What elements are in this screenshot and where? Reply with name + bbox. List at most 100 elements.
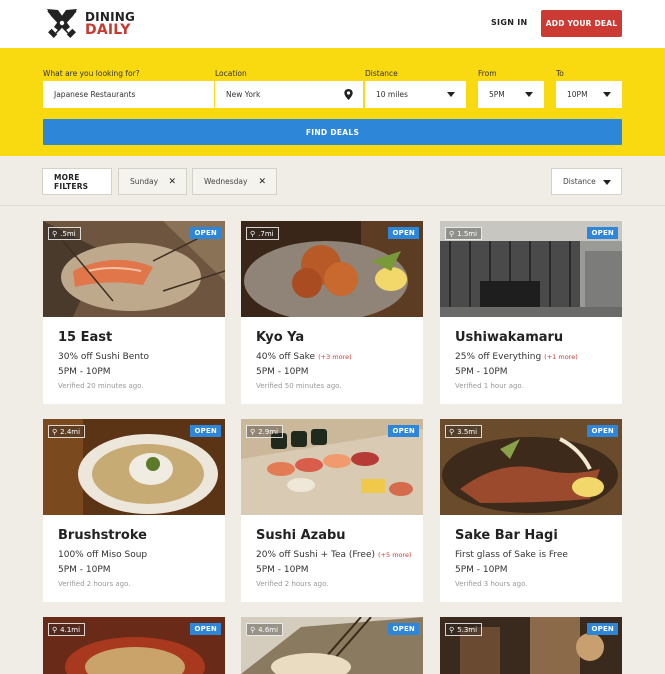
miso-soup-photo: ⚲ 2.4mi OPEN xyxy=(43,419,225,515)
to-label: To xyxy=(556,69,564,78)
distance-value: 2.9mi xyxy=(258,427,279,436)
deal-description: First glass of Sake is Free xyxy=(455,550,568,560)
distance-value: 4.6mi xyxy=(258,625,279,634)
chevron-down-icon xyxy=(603,92,611,97)
map-pin-icon: ⚲ xyxy=(250,229,256,238)
map-pin-icon: ⚲ xyxy=(449,625,455,634)
deal-hours: 5PM - 10PM xyxy=(455,367,508,377)
filter-chip-sunday[interactable]: Sunday ✕ xyxy=(118,168,187,195)
restaurant-name[interactable]: Brushstroke xyxy=(58,528,147,543)
what-input[interactable]: Japanese Restaurants xyxy=(43,81,214,108)
deal-card[interactable]: ⚲ 5.3mi OPEN xyxy=(440,617,622,674)
open-badge: OPEN xyxy=(190,425,221,437)
deal-description: 30% off Sushi Bento xyxy=(58,352,150,362)
distance-value: 1.5mi xyxy=(457,229,478,238)
deal-text: First glass of Sake is Free xyxy=(455,550,568,560)
deal-card[interactable]: ⚲ 2.4mi OPEN Brushstroke 100% off Miso So… xyxy=(43,419,225,602)
location-input[interactable]: New York xyxy=(215,81,363,108)
logo[interactable]: DINING DAILY xyxy=(43,7,135,41)
map-pin-icon: ⚲ xyxy=(52,625,58,634)
seared-fish-photo: ⚲ 3.5mi OPEN xyxy=(440,419,622,515)
noodle-bowl-photo: ⚲ 4.1mi OPEN xyxy=(43,617,225,674)
close-icon[interactable]: ✕ xyxy=(258,177,266,187)
map-pin-icon[interactable] xyxy=(344,89,353,102)
chevron-down-icon xyxy=(447,92,455,97)
distance-select-value: 10 miles xyxy=(376,90,408,99)
search-panel: What are you looking for? Location Dista… xyxy=(0,48,665,156)
map-pin-icon: ⚲ xyxy=(250,427,256,436)
more-deals-link[interactable]: (+3 more) xyxy=(318,353,352,361)
sort-select-value: Distance xyxy=(563,177,596,186)
distance-value: 4.1mi xyxy=(60,625,81,634)
distance-value: 3.5mi xyxy=(457,427,478,436)
deal-card[interactable]: ⚲ 3.5mi OPEN Sake Bar Hagi First glass of… xyxy=(440,419,622,602)
deal-text: 100% off Miso Soup xyxy=(58,550,147,560)
fried-shrimp-photo: ⚲ .7mi OPEN xyxy=(241,221,423,317)
sign-in-link[interactable]: SIGN IN xyxy=(491,18,528,27)
what-label: What are you looking for? xyxy=(43,69,140,78)
filter-bar: MORE FILTERS Sunday ✕ Wednesday ✕ Distan… xyxy=(0,156,665,206)
deal-card[interactable]: ⚲ 4.1mi OPEN xyxy=(43,617,225,674)
logo-wordmark: DINING DAILY xyxy=(85,11,135,38)
logo-line-2: DAILY xyxy=(85,22,131,38)
map-pin-icon: ⚲ xyxy=(52,427,58,436)
deal-description: 25% off Everything xyxy=(455,352,542,362)
distance-badge: ⚲ 4.6mi xyxy=(246,623,284,636)
deal-description: 40% off Sake xyxy=(256,352,316,362)
map-pin-icon: ⚲ xyxy=(52,229,58,238)
to-select[interactable]: 10PM xyxy=(556,81,622,108)
noodles-chopsticks-photo: ⚲ 4.6mi OPEN xyxy=(241,617,423,674)
from-select-value: 5PM xyxy=(489,90,505,99)
top-header: DINING DAILY SIGN IN ADD YOUR DEAL xyxy=(0,0,665,48)
more-deals-link[interactable]: (+1 more) xyxy=(544,353,578,361)
distance-value: 2.4mi xyxy=(60,427,81,436)
open-badge: OPEN xyxy=(388,623,419,635)
deal-text: 40% off Sake (+3 more) xyxy=(256,352,352,362)
open-badge: OPEN xyxy=(190,623,221,635)
deal-card[interactable]: ⚲ .5mi OPEN 15 East 30% off Sushi Bento 5… xyxy=(43,221,225,404)
open-badge: OPEN xyxy=(388,425,419,437)
verified-text: Verified 20 minutes ago. xyxy=(58,382,144,390)
crossed-knives-icon xyxy=(43,7,81,41)
distance-badge: ⚲ .5mi xyxy=(48,227,81,240)
location-label: Location xyxy=(215,69,247,78)
restaurant-name[interactable]: Sake Bar Hagi xyxy=(455,528,558,543)
deal-hours: 5PM - 10PM xyxy=(256,565,309,575)
distance-badge: ⚲ 2.9mi xyxy=(246,425,284,438)
restaurant-name[interactable]: Sushi Azabu xyxy=(256,528,346,543)
what-input-value: Japanese Restaurants xyxy=(54,90,136,99)
distance-badge: ⚲ 3.5mi xyxy=(445,425,483,438)
deal-hours: 5PM - 10PM xyxy=(58,565,111,575)
sort-select[interactable]: Distance xyxy=(551,168,622,195)
filter-chip-wednesday[interactable]: Wednesday ✕ xyxy=(192,168,277,195)
storefront-photo: ⚲ 1.5mi OPEN xyxy=(440,221,622,317)
deal-card[interactable]: ⚲ .7mi OPEN Kyo Ya 40% off Sake (+3 more) … xyxy=(241,221,423,404)
more-deals-link[interactable]: (+5 more) xyxy=(378,551,412,559)
add-your-deal-button[interactable]: ADD YOUR DEAL xyxy=(541,10,622,37)
chevron-down-icon xyxy=(525,92,533,97)
deal-text: 30% off Sushi Bento xyxy=(58,352,149,362)
deal-card[interactable]: ⚲ 4.6mi OPEN xyxy=(241,617,423,674)
deal-hours: 5PM - 10PM xyxy=(58,367,111,377)
filter-chip-label: Wednesday xyxy=(204,177,248,186)
distance-value: .5mi xyxy=(60,229,76,238)
from-select[interactable]: 5PM xyxy=(478,81,544,108)
deal-card[interactable]: ⚲ 2.9mi OPEN Sushi Azabu 20% off Sushi + … xyxy=(241,419,423,602)
deal-card[interactable]: ⚲ 1.5mi OPEN Ushiwakamaru 25% off Everyth… xyxy=(440,221,622,404)
more-filters-button[interactable]: MORE FILTERS xyxy=(42,168,112,195)
verified-text: Verified 50 minutes ago. xyxy=(256,382,342,390)
location-input-value: New York xyxy=(226,90,261,99)
verified-text: Verified 3 hours ago. xyxy=(455,580,528,588)
verified-text: Verified 2 hours ago. xyxy=(256,580,329,588)
restaurant-name[interactable]: Ushiwakamaru xyxy=(455,330,563,345)
sushi-platter-photo: ⚲ 2.9mi OPEN xyxy=(241,419,423,515)
open-badge: OPEN xyxy=(587,623,618,635)
close-icon[interactable]: ✕ xyxy=(168,177,176,187)
open-badge: OPEN xyxy=(388,227,419,239)
verified-text: Verified 1 hour ago. xyxy=(455,382,524,390)
distance-select[interactable]: 10 miles xyxy=(365,81,466,108)
find-deals-button[interactable]: FIND DEALS xyxy=(43,119,622,145)
restaurant-name[interactable]: 15 East xyxy=(58,330,112,345)
restaurant-name[interactable]: Kyo Ya xyxy=(256,330,304,345)
filter-chip-label: Sunday xyxy=(130,177,159,186)
